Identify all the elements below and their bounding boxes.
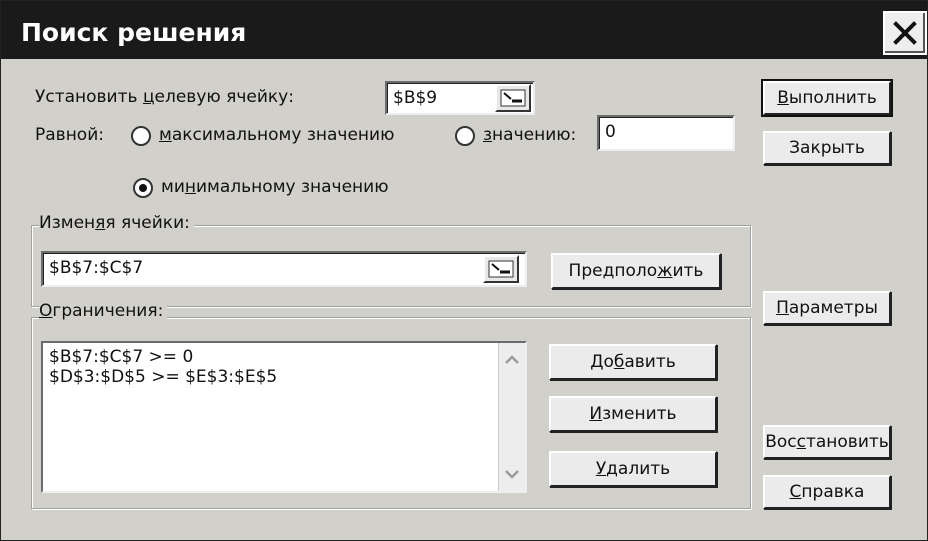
list-item[interactable]: $B$7:$C$7 >= 0	[43, 347, 525, 367]
min-radio-label: минимальному значению	[161, 177, 389, 197]
close-button[interactable]: Закрыть	[763, 131, 891, 165]
scroll-up-icon[interactable]	[499, 347, 525, 373]
close-icon	[893, 21, 917, 45]
target-cell-label: Установить целевую ячейку:	[35, 87, 294, 107]
constraints-list[interactable]: $B$7:$C$7 >= 0 $D$3:$D$5 >= $E$3:$E$5	[41, 341, 527, 493]
collapse-dialog-icon	[488, 260, 514, 278]
solve-button[interactable]: Выполнить	[761, 79, 893, 117]
target-cell-ref-button[interactable]	[495, 84, 531, 112]
guess-button[interactable]: Предполо ж ить	[551, 253, 721, 289]
reset-all-button[interactable]: Вос с тановить	[763, 425, 891, 459]
title-bar: Поиск решения	[1, 1, 927, 59]
max-radio[interactable]	[131, 126, 151, 146]
change-constraint-button[interactable]: Изменить	[549, 396, 717, 432]
add-constraint-button[interactable]: До б авить	[549, 344, 717, 380]
delete-constraint-button[interactable]: Удалить	[549, 451, 717, 487]
solver-dialog: Поиск решения Установить целевую ячейку:…	[0, 0, 928, 541]
changing-cells-ref-button[interactable]	[483, 255, 519, 283]
changing-cells-input[interactable]: $B$7:$C$7	[41, 251, 527, 287]
min-radio[interactable]	[133, 178, 153, 198]
equal-to-label: Равной:	[35, 125, 104, 145]
options-button[interactable]: Параметры	[763, 291, 891, 325]
close-window-button[interactable]	[883, 11, 927, 55]
dialog-title: Поиск решения	[21, 18, 247, 47]
constraints-scrollbar[interactable]	[498, 343, 525, 491]
value-of-radio-label: значению:	[483, 125, 577, 145]
help-button[interactable]: Справка	[763, 475, 891, 509]
list-item[interactable]: $D$3:$D$5 >= $E$3:$E$5	[43, 367, 525, 387]
constraints-label: Ограничения:	[39, 301, 168, 321]
scroll-down-icon[interactable]	[499, 461, 525, 487]
changing-cells-label: Изменяя ячейки:	[39, 213, 194, 233]
max-radio-label: максимальному значению	[159, 125, 395, 145]
value-of-input[interactable]: 0	[597, 115, 735, 151]
collapse-dialog-icon	[500, 89, 526, 107]
value-of-radio[interactable]	[455, 126, 475, 146]
